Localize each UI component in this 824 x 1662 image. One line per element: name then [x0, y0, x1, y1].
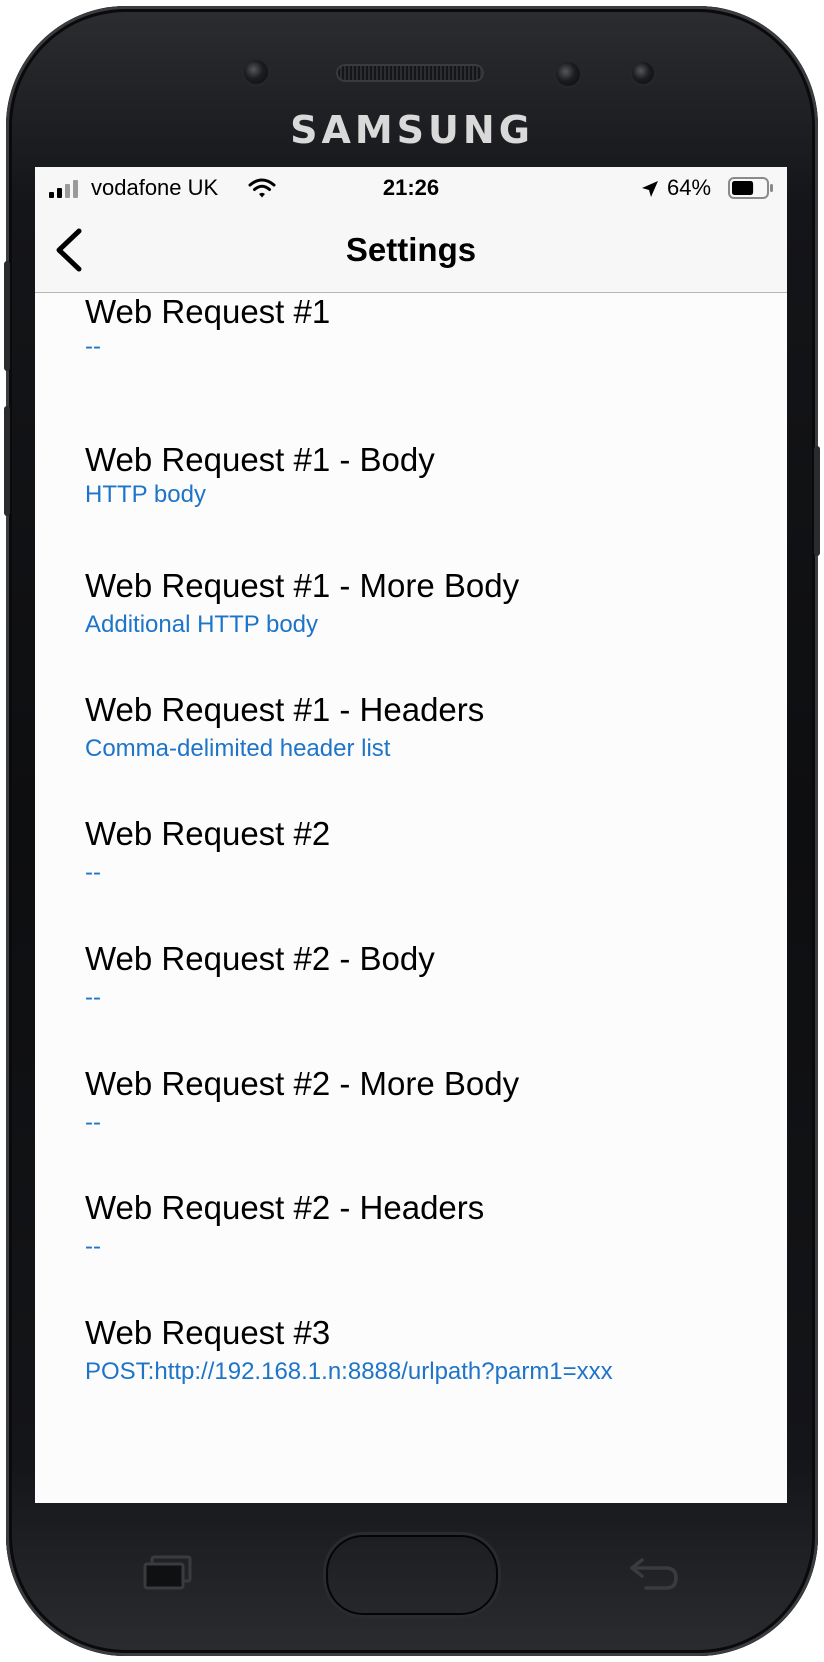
setting-value: -- [85, 1109, 101, 1136]
setting-row-web-request-1-body[interactable]: Web Request #1 - Body HTTP body [35, 441, 787, 569]
front-camera-icon [244, 60, 268, 84]
app-screen: vodafone UK 21:26 64% Settings Web Reque… [35, 167, 787, 1503]
volume-down-button [4, 406, 10, 516]
navigation-bar: Settings [35, 207, 787, 293]
setting-value: POST:http://192.168.1.n:8888/urlpath?par… [85, 1358, 613, 1385]
earpiece-speaker [336, 64, 484, 82]
setting-row-web-request-1-more-body[interactable]: Web Request #1 - More Body Additional HT… [35, 567, 787, 695]
back-arrow-icon[interactable] [628, 1552, 680, 1592]
status-bar: vodafone UK 21:26 64% [35, 167, 787, 207]
setting-value: -- [85, 333, 101, 360]
setting-row-web-request-2-headers[interactable]: Web Request #2 - Headers -- [35, 1189, 787, 1317]
setting-row-web-request-3[interactable]: Web Request #3 POST:http://192.168.1.n:8… [35, 1314, 787, 1442]
setting-row-web-request-2-body[interactable]: Web Request #2 - Body -- [35, 940, 787, 1068]
battery-percent: 64% [667, 175, 712, 200]
setting-row-web-request-2-more-body[interactable]: Web Request #2 - More Body -- [35, 1065, 787, 1193]
volume-up-button [4, 261, 10, 371]
setting-value: HTTP body [85, 481, 206, 508]
setting-value: -- [85, 984, 101, 1011]
setting-value: -- [85, 859, 101, 886]
setting-value: -- [85, 1233, 101, 1260]
battery-icon [728, 177, 773, 199]
setting-label: Web Request #1 - Headers [85, 691, 485, 728]
home-button[interactable] [323, 1532, 501, 1618]
brand-logo: SAMSUNG [290, 108, 534, 152]
setting-label: Web Request #2 - Headers [85, 1189, 485, 1226]
page-title: Settings [345, 231, 477, 268]
setting-label: Web Request #3 [85, 1314, 331, 1351]
location-arrow-icon [642, 181, 658, 197]
setting-label: Web Request #1 - More Body [85, 567, 520, 604]
power-button [814, 446, 820, 556]
setting-row-web-request-1-headers[interactable]: Web Request #1 - Headers Comma-delimited… [35, 691, 787, 819]
proximity-sensor-icon [556, 62, 580, 86]
setting-row-web-request-2[interactable]: Web Request #2 -- [35, 815, 787, 943]
secondary-camera-icon [632, 62, 654, 84]
setting-value: Additional HTTP body [85, 611, 319, 638]
setting-label: Web Request #2 [85, 815, 331, 852]
setting-value: Comma-delimited header list [85, 735, 391, 762]
setting-row-web-request-1[interactable]: Web Request #1 -- [35, 293, 787, 421]
setting-label: Web Request #2 - Body [85, 940, 435, 977]
recent-apps-icon[interactable] [142, 1555, 194, 1591]
setting-label: Web Request #1 [85, 293, 331, 330]
setting-label: Web Request #1 - Body [85, 441, 435, 478]
setting-label: Web Request #2 - More Body [85, 1065, 520, 1102]
